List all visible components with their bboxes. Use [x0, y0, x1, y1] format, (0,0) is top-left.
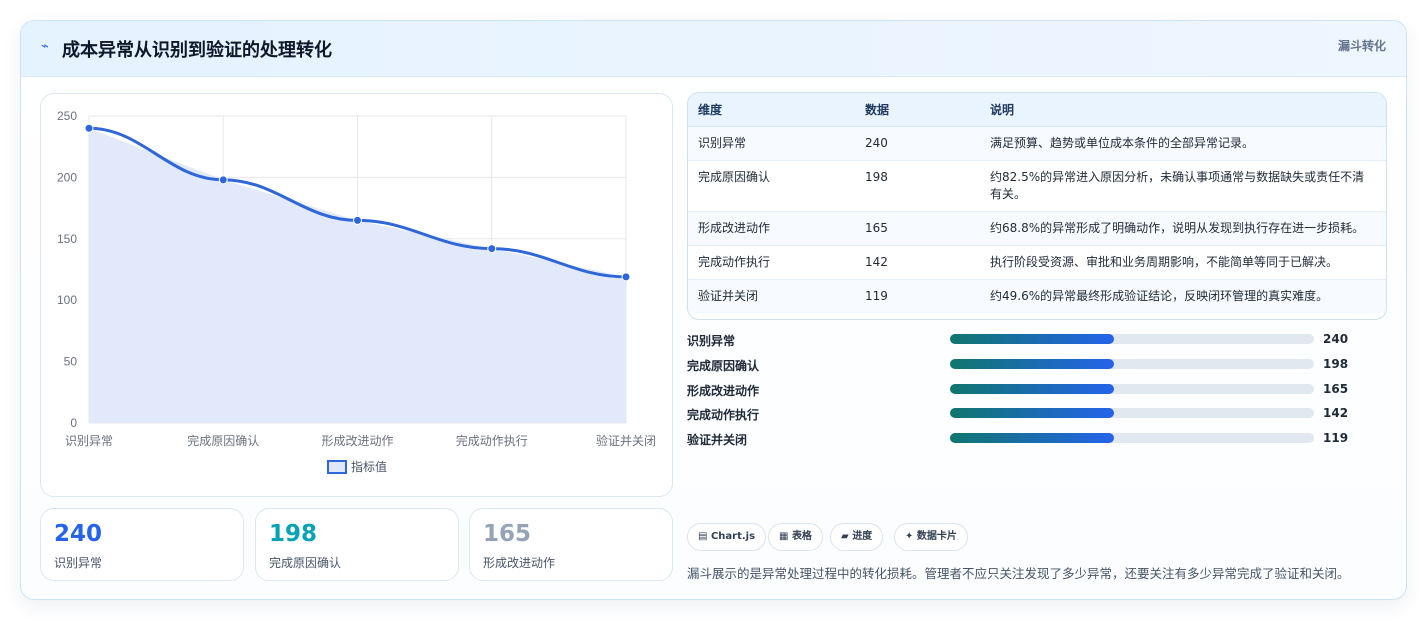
- progress-icon: ▰: [841, 531, 849, 542]
- table-row: 验证并关闭 119 约49.6%的异常最终形成验证结论，反映闭环管理的真实难度。: [688, 279, 1386, 313]
- table-cell-dimension: 形成改进动作: [688, 211, 855, 246]
- table-cell-description: 约49.6%的异常最终形成验证结论，反映闭环管理的真实难度。: [980, 279, 1386, 313]
- progress-fill: [950, 408, 1114, 419]
- data-table: 维度 数据 说明 识别异常 240 满足预算、趋势或单位成本条件的全部异常记录。…: [687, 92, 1387, 320]
- footnote-text: 漏斗展示的是异常处理过程中的转化损耗。管理者不应只关注发现了多少异常，还要关注有…: [687, 566, 1350, 581]
- kpi-label: 识别异常: [54, 556, 103, 570]
- progress-label: 识别异常: [687, 334, 736, 348]
- table-row: 完成动作执行 142 执行阶段受资源、审批和业务周期影响，不能简单等同于已解决。: [688, 245, 1386, 280]
- kpi-label: 完成原因确认: [269, 556, 342, 570]
- progress-value: 198: [1323, 356, 1349, 371]
- progress-value: 165: [1323, 381, 1349, 396]
- table-cell-dimension: 验证并关闭: [688, 279, 855, 313]
- kpi-value: 240: [54, 521, 103, 547]
- progress-track: [950, 383, 1314, 394]
- progress-row: 识别异常 240: [687, 329, 1387, 354]
- table-header-row: 维度 数据 说明: [688, 93, 1386, 127]
- chip-label: 进度: [852, 531, 873, 542]
- x-tick-label: 验证并关闭: [596, 433, 656, 448]
- table-row: 识别异常 240 满足预算、趋势或单位成本条件的全部异常记录。: [688, 126, 1386, 161]
- table-cell-value: 240: [855, 126, 980, 161]
- table-row: 完成原因确认 198 约82.5%的异常进入原因分析，未确认事项通常与数据缺失或…: [688, 160, 1386, 212]
- table-cell-dimension: 完成原因确认: [688, 160, 855, 212]
- chart-icon: ▤: [698, 531, 708, 542]
- chip-label: Chart.js: [710, 531, 756, 542]
- card-header: ⌁ 成本异常从识别到验证的处理转化 漏斗转化: [21, 21, 1406, 77]
- table-cell-description: 满足预算、趋势或单位成本条件的全部异常记录。: [980, 126, 1386, 161]
- data-point: [487, 244, 497, 254]
- data-point: [353, 215, 362, 225]
- progress-value: 119: [1323, 431, 1349, 446]
- table-cell-description: 约68.8%的异常形成了明确动作，说明从发现到执行存在进一步损耗。: [980, 211, 1386, 246]
- kpi-card-identified: 240 识别异常: [40, 508, 244, 581]
- progress-fill: [950, 383, 1114, 394]
- table-cell-description: 执行阶段受资源、审批和业务周期影响，不能简单等同于已解决。: [980, 245, 1386, 280]
- progress-track: [950, 358, 1314, 369]
- chip-label: 表格: [791, 531, 812, 542]
- table-cell-description: 约82.5%的异常进入原因分析，未确认事项通常与数据缺失或责任不清有关。: [980, 160, 1386, 212]
- chip-chartjs[interactable]: ▤ Chart.js: [687, 523, 767, 551]
- table-header-dimension: 维度: [688, 93, 855, 127]
- progress-row: 完成原因确认 198: [687, 354, 1387, 379]
- y-tick-label: 100: [57, 293, 77, 307]
- chip-progress[interactable]: ▰ 进度: [830, 523, 884, 551]
- table-cell-value: 119: [855, 279, 980, 313]
- table-cell-dimension: 识别异常: [688, 126, 855, 161]
- chart-type-tag: 漏斗转化: [1337, 39, 1386, 53]
- progress-row: 形成改进动作 165: [687, 379, 1387, 404]
- data-point: [84, 123, 94, 133]
- table-icon: ▦: [779, 531, 789, 542]
- table-cell-value: 198: [855, 160, 980, 212]
- progress-value: 142: [1323, 406, 1349, 421]
- table-cell-dimension: 完成动作执行: [688, 245, 855, 280]
- progress-row: 完成动作执行 142: [687, 403, 1387, 428]
- page-title: 成本异常从识别到验证的处理转化: [62, 40, 332, 61]
- progress-label: 完成动作执行: [687, 408, 760, 423]
- data-point: [621, 272, 631, 282]
- progress-fill: [950, 433, 1114, 444]
- legend-swatch: [327, 460, 347, 474]
- progress-label: 验证并关闭: [687, 433, 748, 448]
- y-tick-label: 200: [57, 170, 77, 184]
- kpi-card-cause-confirmed: 198 完成原因确认: [255, 508, 459, 581]
- x-tick-label: 形成改进动作: [321, 434, 393, 448]
- data-point: [218, 175, 228, 185]
- progress-fill: [950, 334, 1114, 344]
- progress-label: 完成原因确认: [687, 358, 760, 373]
- kpi-card-action-formed: 165 形成改进动作: [469, 508, 673, 581]
- y-tick-label: 0: [70, 416, 77, 430]
- chip-label: 数据卡片: [916, 531, 957, 542]
- progress-label: 形成改进动作: [687, 383, 760, 398]
- kpi-value: 165: [483, 521, 532, 547]
- progress-list: 识别异常 240 完成原因确认 198 形成改进动作 165 完成动作执行 14…: [687, 329, 1387, 453]
- progress-fill: [950, 358, 1114, 369]
- table-cell-value: 165: [855, 211, 980, 246]
- y-tick-label: 150: [57, 232, 77, 246]
- chip-table[interactable]: ▦ 表格: [768, 523, 823, 551]
- x-tick-label: 完成动作执行: [456, 433, 528, 448]
- line-chart: 0 50 100 150 200 250 识别异常 完成原因确认 形成改进动作 完成动作执行 验证并…: [57, 109, 656, 474]
- table-header-description: 说明: [980, 93, 1386, 127]
- x-tick-label: 完成原因确认: [187, 433, 259, 448]
- table-row: 形成改进动作 165 约68.8%的异常形成了明确动作，说明从发现到执行存在进一…: [688, 211, 1386, 246]
- progress-value: 240: [1323, 332, 1349, 346]
- kpi-value: 198: [269, 521, 318, 547]
- y-tick-label: 250: [57, 109, 77, 123]
- kpi-label: 形成改进动作: [483, 556, 556, 570]
- progress-track: [950, 334, 1314, 344]
- table-cell-value: 142: [855, 245, 980, 280]
- y-tick-label: 50: [64, 355, 78, 369]
- legend-label: 指标值: [351, 459, 387, 474]
- card-icon: ✦: [905, 531, 914, 542]
- line-chart-panel: 0 50 100 150 200 250 识别异常 完成原因确认 形成改进动作 完成动作执行 验证并…: [40, 93, 673, 497]
- x-tick-label: 识别异常: [65, 434, 113, 448]
- table-header-data: 数据: [855, 93, 980, 127]
- progress-track: [950, 408, 1314, 419]
- progress-track: [950, 433, 1314, 444]
- chip-data-card[interactable]: ✦ 数据卡片: [894, 523, 968, 551]
- spark-icon: ⌁: [41, 39, 49, 54]
- progress-row: 验证并关闭 119: [687, 428, 1387, 453]
- dashboard-card: ⌁ 成本异常从识别到验证的处理转化 漏斗转化 0 50 100 150 200 250 识别…: [20, 20, 1407, 600]
